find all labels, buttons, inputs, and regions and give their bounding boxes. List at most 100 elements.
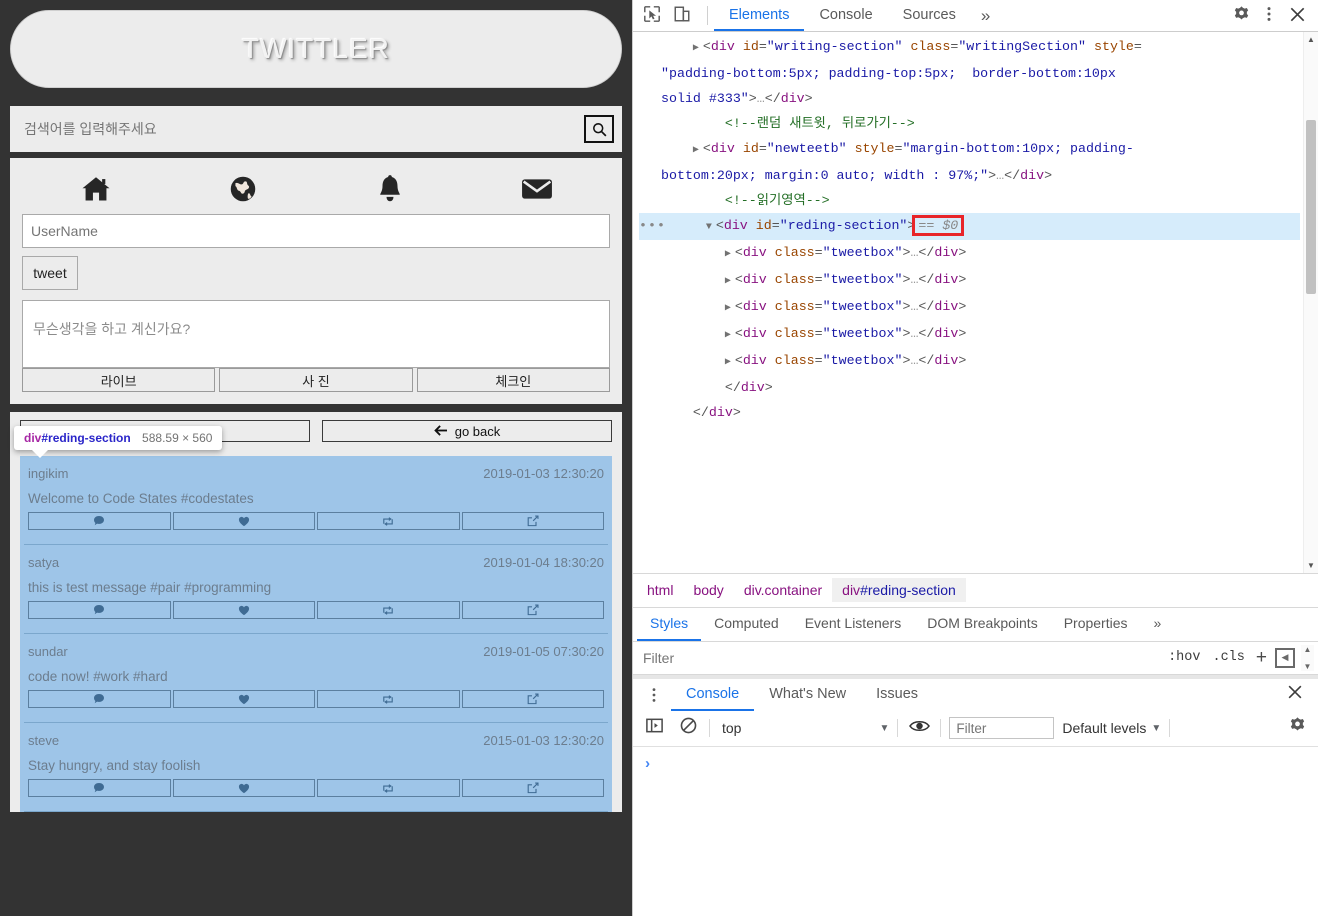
compose-live-button[interactable]: 라이브 bbox=[22, 368, 216, 392]
drawer-tab-issues[interactable]: Issues bbox=[861, 679, 933, 711]
dom-tree-code[interactable]: ▶ <div id="writing-section" class="writin… bbox=[633, 32, 1318, 429]
retweet-button[interactable] bbox=[317, 690, 460, 708]
retweet-button[interactable] bbox=[317, 512, 460, 530]
tweet-username[interactable]: ingikim bbox=[28, 466, 68, 481]
inspect-element-button[interactable] bbox=[639, 3, 665, 29]
dom-node-line[interactable]: solid #333">…</div> bbox=[639, 86, 1300, 111]
styles-tab-event-listeners[interactable]: Event Listeners bbox=[792, 608, 915, 641]
dom-node-line[interactable]: ▶ <div class="tweetbox">…</div> bbox=[639, 267, 1300, 294]
dom-node-line[interactable]: ▶ <div class="tweetbox">…</div> bbox=[639, 348, 1300, 375]
expand-arrow-icon[interactable]: ▶ bbox=[693, 138, 703, 163]
heart-button[interactable] bbox=[172, 690, 315, 708]
devtools-close-button[interactable] bbox=[1284, 3, 1310, 29]
tab-console[interactable]: Console bbox=[804, 0, 887, 31]
dom-node-line[interactable]: ▶ <div class="tweetbox">…</div> bbox=[639, 321, 1300, 348]
new-style-rule-button[interactable]: + bbox=[1254, 647, 1269, 669]
devtools-menu-button[interactable] bbox=[1256, 3, 1282, 29]
breadcrumb-item-div-reding-section[interactable]: div#reding-section bbox=[832, 578, 966, 602]
styles-tab-dom-breakpoints[interactable]: DOM Breakpoints bbox=[914, 608, 1050, 641]
nav-messages-button[interactable] bbox=[463, 177, 610, 201]
styles-more-tabs-button[interactable]: » bbox=[1141, 608, 1175, 641]
heart-button[interactable] bbox=[172, 779, 315, 797]
dom-node-line[interactable]: <!--읽기영역--> bbox=[639, 188, 1300, 213]
go-back-button[interactable]: go back bbox=[322, 420, 612, 442]
breadcrumb-item-div-container[interactable]: div.container bbox=[734, 578, 832, 602]
dom-node-selected[interactable]: ••• ▼ <div id="reding-section"> == $0 bbox=[639, 213, 1300, 240]
scroll-down-arrow[interactable]: ▼ bbox=[1304, 559, 1318, 573]
dom-node-line[interactable]: ▶ <div id="writing-section" class="writin… bbox=[639, 34, 1300, 61]
computed-sidebar-toggle[interactable]: ◀ bbox=[1275, 647, 1295, 668]
share-button[interactable] bbox=[461, 779, 604, 797]
device-toolbar-button[interactable] bbox=[669, 3, 695, 29]
drawer-tab-console[interactable]: Console bbox=[671, 679, 755, 711]
tab-sources[interactable]: Sources bbox=[888, 0, 971, 31]
heart-button[interactable] bbox=[172, 512, 315, 530]
nav-home-button[interactable] bbox=[22, 176, 169, 203]
node-menu-dots[interactable]: ••• bbox=[639, 218, 666, 233]
console-context-selector[interactable]: top bbox=[718, 720, 741, 736]
dom-node-line[interactable]: </div> bbox=[639, 375, 1300, 400]
expand-arrow-icon[interactable]: ▶ bbox=[693, 36, 703, 61]
tweet-submit-button[interactable]: tweet bbox=[22, 256, 78, 290]
devtools-more-tabs-button[interactable]: » bbox=[971, 0, 1000, 31]
breadcrumb-item-html[interactable]: html bbox=[637, 578, 683, 602]
comment-button[interactable] bbox=[28, 779, 171, 797]
devtools-settings-button[interactable] bbox=[1228, 3, 1254, 29]
search-input[interactable] bbox=[22, 120, 584, 138]
expand-arrow-icon[interactable]: ▶ bbox=[725, 350, 735, 375]
dom-tree-scrollbar[interactable]: ▲ ▼ bbox=[1303, 32, 1318, 573]
compose-photo-button[interactable]: 사 진 bbox=[219, 368, 413, 392]
dom-node-line[interactable]: bottom:20px; margin:0 auto; width : 97%;… bbox=[639, 163, 1300, 188]
styles-tab-computed[interactable]: Computed bbox=[701, 608, 792, 641]
retweet-button[interactable] bbox=[317, 779, 460, 797]
clear-console-button[interactable] bbox=[675, 715, 701, 741]
dom-node-line[interactable]: ▶ <div id="newteetb" style="margin-bottom… bbox=[639, 136, 1300, 163]
dom-tree-panel[interactable]: ▶ <div id="writing-section" class="writin… bbox=[633, 32, 1318, 573]
dom-node-line[interactable]: </div> bbox=[639, 400, 1300, 425]
console-output-area[interactable]: › bbox=[633, 746, 1318, 916]
share-button[interactable] bbox=[461, 512, 604, 530]
drawer-tab-what-s-new[interactable]: What's New bbox=[754, 679, 861, 711]
styles-tab-styles[interactable]: Styles bbox=[637, 608, 702, 641]
dom-node-line[interactable]: ▶ <div class="tweetbox">…</div> bbox=[639, 240, 1300, 267]
share-button[interactable] bbox=[461, 690, 604, 708]
breadcrumb-item-body[interactable]: body bbox=[683, 578, 733, 602]
force-hover-state-button[interactable]: :hov bbox=[1165, 650, 1203, 665]
dom-node-line[interactable]: "padding-bottom:5px; padding-top:5px; bo… bbox=[639, 61, 1300, 86]
live-expression-button[interactable] bbox=[906, 715, 932, 741]
compose-textarea[interactable]: 무슨생각을 하고 계신가요? bbox=[22, 300, 610, 368]
console-settings-button[interactable] bbox=[1284, 715, 1310, 741]
username-input[interactable] bbox=[22, 214, 610, 248]
chevron-down-icon[interactable]: ▼ bbox=[879, 723, 889, 734]
drawer-menu-button[interactable] bbox=[633, 679, 671, 711]
compose-checkin-button[interactable]: 체크인 bbox=[416, 368, 610, 392]
expand-arrow-icon[interactable]: ▶ bbox=[725, 269, 735, 294]
tweet-username[interactable]: steve bbox=[28, 733, 59, 748]
nav-notifications-button[interactable] bbox=[316, 174, 463, 204]
nav-explore-button[interactable] bbox=[169, 175, 316, 203]
expand-arrow-icon[interactable]: ▶ bbox=[725, 242, 735, 267]
element-classes-button[interactable]: .cls bbox=[1209, 650, 1247, 665]
dom-node-line[interactable]: ▶ <div class="tweetbox">…</div> bbox=[639, 294, 1300, 321]
comment-button[interactable] bbox=[28, 512, 171, 530]
console-filter-input[interactable] bbox=[949, 717, 1055, 739]
expand-arrow-icon[interactable]: ▶ bbox=[725, 323, 735, 348]
tab-elements[interactable]: Elements bbox=[714, 0, 805, 31]
heart-button[interactable] bbox=[172, 601, 315, 619]
tweet-username[interactable]: sundar bbox=[28, 644, 68, 659]
console-log-levels-selector[interactable]: Default levels ▼ bbox=[1062, 720, 1161, 736]
comment-button[interactable] bbox=[28, 601, 171, 619]
share-button[interactable] bbox=[461, 601, 604, 619]
console-sidebar-toggle-button[interactable] bbox=[641, 715, 667, 741]
expand-arrow-icon[interactable]: ▼ bbox=[706, 215, 716, 240]
console-drawer-close-button[interactable] bbox=[1272, 679, 1318, 711]
styles-filter-input[interactable] bbox=[641, 648, 1160, 667]
dom-node-line[interactable]: <!--랜덤 새트윗, 뒤로가기--> bbox=[639, 111, 1300, 136]
scroll-up-arrow[interactable]: ▲ bbox=[1304, 32, 1318, 46]
retweet-button[interactable] bbox=[317, 601, 460, 619]
styles-scrollbar[interactable]: ▲ ▼ bbox=[1301, 644, 1314, 671]
scrollbar-thumb[interactable] bbox=[1306, 120, 1316, 294]
search-button[interactable] bbox=[584, 115, 614, 143]
comment-button[interactable] bbox=[28, 690, 171, 708]
styles-tab-properties[interactable]: Properties bbox=[1051, 608, 1141, 641]
